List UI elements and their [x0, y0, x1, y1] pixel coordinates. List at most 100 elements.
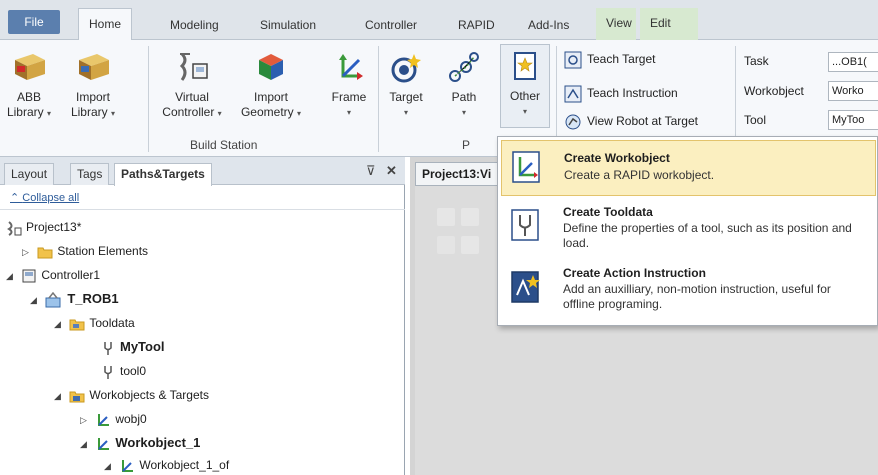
tree-label: Workobject_1	[115, 435, 201, 450]
path-label: Path	[451, 90, 477, 104]
path-button[interactable]: Path ▾	[440, 46, 488, 120]
collapse-arrow-icon[interactable]: ◢	[80, 434, 92, 454]
tree-label: wobj0	[115, 412, 147, 426]
frame-label: Frame	[331, 90, 367, 104]
collapse-arrow-icon[interactable]: ◢	[54, 314, 66, 334]
tree-node-workobject-1[interactable]: ◢ Workobject_1	[80, 433, 200, 453]
expand-arrow-icon[interactable]: ▷	[22, 242, 34, 262]
collapse-up-icon: ⌃	[10, 192, 23, 204]
tab-rapid[interactable]: RAPID	[448, 12, 505, 40]
tree-label: Controller1	[41, 268, 101, 282]
tree-node-tool0[interactable]: tool0	[100, 361, 146, 381]
dropdown-arrow-icon: ▾	[297, 109, 302, 118]
target-label: Target	[389, 90, 423, 104]
close-icon[interactable]: ✕	[386, 163, 397, 179]
menu-item-create-workobject[interactable]: Create Workobject Create a RAPID workobj…	[501, 140, 876, 196]
tab-layout[interactable]: Layout	[4, 163, 55, 185]
collapse-all-label: Collapse all	[22, 192, 80, 204]
tree-node-tooldata[interactable]: ◢ Tooldata	[54, 313, 135, 333]
task-select[interactable]: ...OB1(	[828, 52, 878, 72]
collapse-arrow-icon[interactable]: ◢	[54, 386, 66, 406]
menu-item-title: Create Tooldata	[563, 205, 653, 219]
tree-node-workobjects-targets[interactable]: ◢ Workobjects & Targets	[54, 385, 209, 405]
tab-add-ins[interactable]: Add-Ins	[518, 12, 579, 40]
tree-label: Project13*	[26, 220, 82, 234]
teach-instruction-button[interactable]: Teach Instruction	[564, 82, 678, 104]
dropdown-arrow-icon: ▾	[346, 108, 351, 117]
collapse-arrow-icon[interactable]: ◢	[30, 290, 42, 310]
workobject-select[interactable]: Worko	[828, 81, 878, 101]
document-tab[interactable]: Project13:Vi	[415, 162, 507, 185]
menu-item-create-action-instruction[interactable]: Create Action Instruction Add an auxilli…	[501, 261, 876, 323]
virtual-controller-button[interactable]: Virtual Controller ▾	[148, 46, 236, 121]
virtual-controller-label-1: Virtual	[175, 90, 209, 104]
view-robot-at-target-button[interactable]: View Robot at Target	[564, 110, 698, 132]
tree-label: MyTool	[120, 339, 165, 354]
tab-tags[interactable]: Tags	[70, 163, 110, 185]
tree-label: Workobjects & Targets	[89, 388, 209, 402]
virtual-controller-label-2: Controller	[162, 105, 215, 119]
view-robot-icon	[565, 114, 581, 130]
tree-node-workobject-1-of[interactable]: ◢ Workobject_1_of	[104, 455, 229, 475]
create-action-instruction-icon	[511, 271, 540, 303]
virtual-controller-icon	[179, 52, 208, 81]
tree-label: T_ROB1	[67, 291, 119, 306]
other-button[interactable]: Other ▾	[500, 44, 550, 128]
tree-node-mytool[interactable]: MyTool	[100, 337, 165, 357]
controller-icon	[22, 269, 36, 283]
collapse-arrow-icon[interactable]: ◢	[6, 266, 18, 286]
tree-node-controller[interactable]: ◢ Controller1	[6, 265, 100, 285]
target-button[interactable]: Target ▾	[382, 46, 430, 120]
create-tooldata-icon	[511, 209, 539, 241]
expand-arrow-icon[interactable]: ▷	[80, 410, 92, 430]
other-label: Other	[509, 89, 540, 103]
tree-label: Station Elements	[57, 244, 149, 258]
abb-library-button[interactable]: ABB Library ▾	[4, 46, 54, 121]
teach-instruction-label: Teach Instruction	[587, 86, 678, 100]
tab-home[interactable]: Home	[78, 8, 133, 41]
tree-label: tool0	[120, 364, 147, 378]
abb-library-label-2: Library	[6, 105, 44, 119]
workobject-frame-icon	[122, 459, 134, 472]
dropdown-arrow-icon: ▾	[522, 107, 527, 116]
tab-paths-targets[interactable]: Paths&Targets	[114, 163, 212, 186]
tab-controller[interactable]: Controller	[355, 12, 427, 40]
tree-node-project[interactable]: Project13*	[6, 217, 81, 237]
tree-label: Workobject_1_of	[139, 458, 230, 472]
target-icon	[391, 54, 421, 83]
toolbar-ghost-icon	[437, 208, 455, 226]
collapse-all-link[interactable]: ⌃ Collapse all	[10, 191, 79, 204]
import-geometry-button[interactable]: Import Geometry ▾	[236, 46, 306, 121]
teach-target-button[interactable]: Teach Target	[564, 48, 656, 70]
divider	[0, 209, 405, 210]
tool-label: Tool	[744, 113, 767, 127]
import-geometry-icon	[259, 54, 283, 80]
tool-select[interactable]: MyToo	[828, 110, 878, 130]
tree-node-station-elements[interactable]: ▷ Station Elements	[22, 241, 148, 261]
tab-edit[interactable]: Edit	[640, 8, 698, 40]
task-icon	[45, 291, 61, 308]
tab-modeling[interactable]: Modeling	[160, 12, 229, 40]
import-geometry-label-2: Geometry	[240, 105, 294, 119]
dropdown-arrow-icon: ▾	[403, 108, 408, 117]
import-library-button[interactable]: Import Library ▾	[60, 46, 126, 121]
tab-simulation[interactable]: Simulation	[250, 12, 326, 40]
tree-node-wobj0[interactable]: ▷ wobj0	[80, 409, 147, 429]
other-dropdown-menu: Create Workobject Create a RAPID workobj…	[497, 136, 878, 326]
tab-view[interactable]: View	[596, 8, 636, 40]
abb-library-icon	[15, 54, 45, 80]
collapse-arrow-icon[interactable]: ◢	[104, 456, 116, 475]
station-icon	[7, 221, 22, 236]
path-icon	[449, 52, 479, 82]
menu-item-description: Create a RAPID workobject.	[564, 168, 715, 182]
pin-icon[interactable]: ⊽	[366, 163, 376, 179]
menu-item-description: Add an auxilliary, non-motion instructio…	[563, 282, 831, 311]
toolbar-ghost-icon	[461, 236, 479, 254]
workobjects-folder-icon	[69, 391, 85, 403]
frame-button[interactable]: Frame ▾	[324, 46, 374, 120]
menu-item-description: Define the properties of a tool, such as…	[563, 221, 852, 250]
tree-node-task[interactable]: ◢ T_ROB1	[30, 289, 119, 309]
menu-item-create-tooldata[interactable]: Create Tooldata Define the properties of…	[501, 199, 876, 259]
workobject-label: Workobject	[744, 84, 804, 98]
tab-file[interactable]: File	[8, 10, 60, 34]
